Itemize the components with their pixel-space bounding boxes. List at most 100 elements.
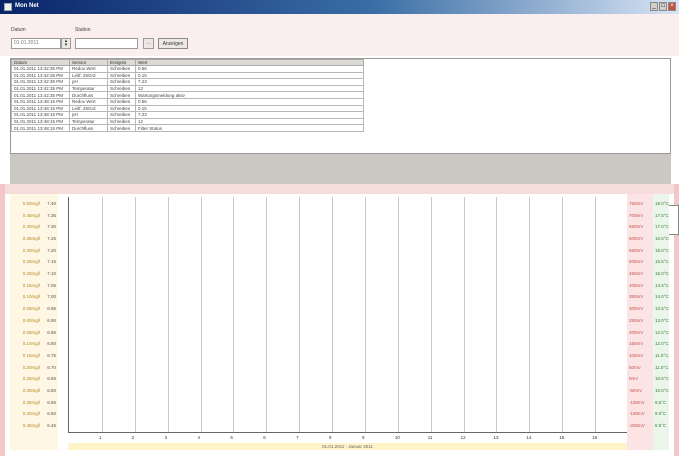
axis-tick-label: 0.20mg/l xyxy=(22,271,40,277)
axis-tick-label: 0.45mg/l xyxy=(22,423,40,428)
table-cell: Schreiben xyxy=(107,97,136,106)
axis-tick-label: 10.5°C xyxy=(655,376,669,382)
axis-tick-label: 650mV xyxy=(629,224,644,230)
table-cell: 0.15 xyxy=(135,104,364,113)
table-cell: 12 xyxy=(135,117,364,126)
axis-tick-label: -200mV xyxy=(629,423,645,428)
table-row[interactable]: 01.01.2011 13:48:15 PM pH Schreiben 7.23 xyxy=(11,111,364,119)
table-row[interactable]: 01.01.2011 13:48:15 PM Temperatur Schreibe… xyxy=(11,117,364,126)
axis-tick-label: 100mV xyxy=(629,352,644,358)
table-cell: Schreiben xyxy=(107,104,136,113)
axis-tick-label: 0.10mg/l xyxy=(22,341,40,347)
axis-tick-label: 200mV xyxy=(629,329,644,335)
table-cell: 12 xyxy=(135,84,364,93)
axis-tick-label: 11.0°C xyxy=(655,364,669,370)
show-button[interactable]: Anzeigen xyxy=(158,38,188,49)
axis-tick-label: 7.15 xyxy=(47,259,56,265)
axis-tick-label: 600mV xyxy=(629,236,644,242)
axis-tick-label: -100mV xyxy=(629,399,645,405)
maximize-button[interactable]: □ xyxy=(659,2,667,11)
axis-tick-label: 7.35 xyxy=(47,212,56,218)
axis-tick-label: 750mV xyxy=(629,201,644,206)
axis-tick-label: 11.5°C xyxy=(655,352,669,358)
axis-tick-label: 8.5°C xyxy=(655,423,667,428)
table-cell: 0.56 xyxy=(135,97,364,106)
table-row[interactable]: 01.01.2011 13:42:35 PM Redox Wert Schreibe… xyxy=(11,65,364,73)
axis-tick-label: 0.15mg/l xyxy=(22,352,40,358)
axis-tick-label: 7.05 xyxy=(47,282,56,288)
table-cell: 01.01.2011 13:42:35 PM xyxy=(11,71,70,80)
axis-tick-label: 9.0°C xyxy=(655,411,667,417)
x-tick-label: 7 xyxy=(296,435,299,440)
close-button[interactable]: × xyxy=(668,2,676,11)
left-frame xyxy=(0,184,5,456)
table-cell: 01.01.2011 13:42:35 PM xyxy=(11,84,70,93)
grid-empty-area xyxy=(10,154,671,184)
event-log-grid[interactable]: Datum Sensor Ereignis Wert 01.01.2011 13:42… xyxy=(10,58,671,154)
x-tick-label: 1 xyxy=(98,435,102,440)
axis-tick-label: 17.0°C xyxy=(655,224,669,230)
table-row[interactable]: 01.01.2011 13:42:35 PM Durchfluss Schreibe… xyxy=(11,91,364,99)
axis-tick-label: 7.30 xyxy=(47,224,56,230)
axis-tick-label: 0mV xyxy=(629,376,639,382)
axis-tick-label: 13.0°C xyxy=(655,317,669,323)
x-tick-label: 5 xyxy=(230,435,233,440)
x-tick-label: 9 xyxy=(361,435,365,440)
x-tick-label: 15 xyxy=(559,435,565,440)
station-field[interactable] xyxy=(75,38,138,49)
minimize-button[interactable]: _ xyxy=(650,2,658,11)
x-tick-label: 16 xyxy=(592,435,598,440)
axis-tick-label: 6.60 xyxy=(47,387,56,393)
table-cell: Schreiben xyxy=(107,124,136,132)
table-row[interactable]: 01.01.2011 13:42:35 PM Leitf. 25Grd Schrei… xyxy=(11,71,364,80)
x-tick-label: 14 xyxy=(526,435,532,440)
table-cell: Temperatur xyxy=(69,117,108,126)
axis-tick-label: 14.0°C xyxy=(655,294,669,300)
x-tick-label: 4 xyxy=(197,435,201,440)
axis-tick-label: 16.0°C xyxy=(655,247,669,253)
table-row[interactable]: 01.01.2011 13:42:35 PM pH Schreiben 7.23 xyxy=(11,78,364,86)
splitter[interactable] xyxy=(0,184,679,194)
table-cell: 0.15 xyxy=(135,71,364,80)
table-cell: Schreiben xyxy=(107,117,136,126)
axis-tick-label: 0.05mg/l xyxy=(22,306,40,312)
x-tick-label: 11 xyxy=(427,435,433,440)
axis-tick-label: 15.0°C xyxy=(655,271,669,277)
grid-line xyxy=(397,197,399,432)
table-row[interactable]: 01.01.2011 13:48:15 PM Durchfluss Schreibe… xyxy=(11,124,364,132)
grid-line xyxy=(233,197,235,432)
axis-tick-label: 150mV xyxy=(629,341,644,347)
axis-tick-label: 0.10mg/l xyxy=(22,294,40,300)
axis-tick-label: 7.20 xyxy=(47,247,56,253)
plot-area[interactable]: RedoxpHLeitf.Temperatur xyxy=(68,197,679,433)
axis-tick-label: 50mV xyxy=(629,364,641,370)
axis-tick-label: 0.25mg/l xyxy=(22,259,40,265)
table-row[interactable]: 01.01.2011 13:42:35 PM Temperatur Schreibe… xyxy=(11,84,364,93)
axis-tick-label: 6.75 xyxy=(47,352,56,358)
grid-line xyxy=(529,197,531,432)
x-tick-label: 6 xyxy=(263,435,266,440)
grid-line xyxy=(562,197,564,432)
table-cell: 01.01.2011 13:48:15 PM xyxy=(11,117,70,126)
event-log-table: Datum Sensor Ereignis Wert 01.01.2011 13:42… xyxy=(11,59,364,132)
toolbar: Datum 01.01.2011 ▴ ▾ Station … Anzeigen xyxy=(0,14,679,56)
table-cell: Durchfluss xyxy=(69,124,108,132)
axis-tick-label: 450mV xyxy=(629,271,644,277)
grid-line xyxy=(299,197,301,432)
axis-tick-label: 16.5°C xyxy=(655,236,669,242)
axis-tick-label: 0.50mg/l xyxy=(22,201,40,206)
table-cell: Schreiben xyxy=(107,71,136,80)
grid-line xyxy=(266,197,268,432)
axis-right-mv: 750mV 700mV 650mV 600mV 550mV 500mV 450mV 400mV… xyxy=(627,194,653,450)
grid-line xyxy=(332,197,334,432)
table-row[interactable]: 01.01.2011 13:48:15 PM Leitf. 25Grd Schrei… xyxy=(11,104,364,113)
table-cell: pH xyxy=(69,111,108,119)
browse-button[interactable]: … xyxy=(143,38,154,49)
date-field[interactable]: 01.01.2011 xyxy=(11,38,61,49)
axis-tick-label: 0.35mg/l xyxy=(22,236,40,242)
table-cell: Redox Wert xyxy=(69,97,108,106)
grid-line xyxy=(101,197,103,432)
date-spinner[interactable]: ▴ ▾ xyxy=(61,38,71,49)
table-cell: Durchfluss xyxy=(69,91,108,99)
table-row[interactable]: 01.01.2011 13:48:15 PM Redox Wert Schreibe… xyxy=(11,97,364,106)
